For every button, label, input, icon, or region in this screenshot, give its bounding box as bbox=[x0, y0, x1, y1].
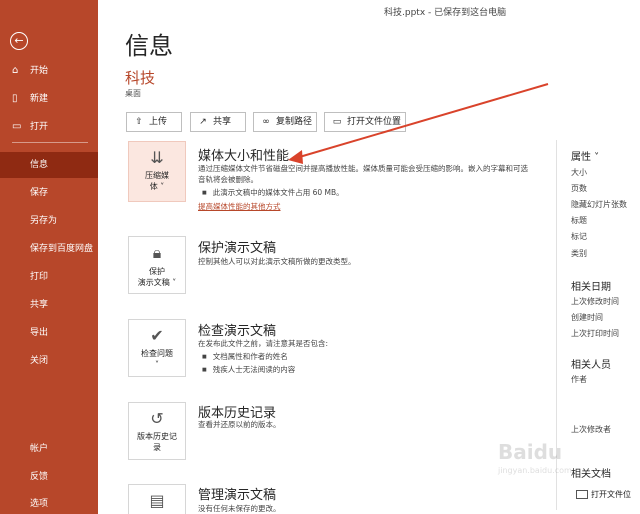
folder-icon: ▭ bbox=[12, 121, 22, 132]
card-label: 录 bbox=[153, 443, 161, 452]
card-label: 压缩媒 bbox=[145, 171, 169, 180]
sidebar-item-label: 打印 bbox=[30, 272, 49, 282]
sidebar-item-label: 帐户 bbox=[30, 444, 49, 454]
sidebar-item-open[interactable]: ▭ 打开 bbox=[0, 114, 98, 140]
compress-media-icon: ⇊ bbox=[150, 148, 164, 167]
lock-icon: 🔒︎ bbox=[152, 243, 162, 262]
inspect-section-title: 检查演示文稿 bbox=[198, 324, 277, 339]
share-label: 共享 bbox=[213, 117, 232, 127]
folder-icon: ▭ bbox=[332, 117, 342, 127]
sidebar-item-label: 关闭 bbox=[30, 356, 49, 366]
window-title: 科技.pptx - 已保存到这台电脑 bbox=[384, 8, 507, 18]
date-last-modified: 上次修改时间 bbox=[571, 297, 619, 306]
watermark-text: Baidu bbox=[498, 440, 563, 464]
author-label: 作者 bbox=[571, 375, 587, 384]
watermark-url: jingyan.baidu.com bbox=[498, 466, 572, 475]
sidebar-item-label: 信息 bbox=[30, 160, 49, 170]
sidebar-item-label: 保存到百度网盘 bbox=[30, 244, 94, 254]
manage-section-title: 管理演示文稿 bbox=[198, 488, 277, 503]
sidebar-item-label: 选项 bbox=[30, 499, 49, 509]
inspect-bullet-accessibility: 残疾人士无法阅读的内容 bbox=[202, 364, 296, 375]
inspect-section-desc: 在发布此文件之前，请注意其是否包含: bbox=[198, 339, 329, 348]
sidebar-item-info[interactable]: 信息 bbox=[0, 152, 98, 178]
sidebar-item-close[interactable]: 关闭 bbox=[0, 348, 98, 374]
date-created: 创建时间 bbox=[571, 313, 603, 322]
link-icon: ∞ bbox=[262, 117, 270, 127]
sidebar-item-export[interactable]: 导出 bbox=[0, 320, 98, 346]
sidebar-item-home[interactable]: ⌂ 开始 bbox=[0, 58, 98, 84]
sidebar-item-options[interactable]: 选项 bbox=[0, 491, 98, 514]
sidebar-item-account[interactable]: 帐户 bbox=[0, 436, 98, 462]
media-size-bullet: 此演示文稿中的媒体文件占用 60 MB。 bbox=[202, 187, 344, 198]
copy-path-button[interactable]: ∞ 复制路径 bbox=[253, 112, 317, 132]
baidu-watermark: Baidu jingyan.baidu.com bbox=[498, 440, 628, 500]
card-label: 演示文稿 ˅ bbox=[137, 278, 177, 287]
upload-button[interactable]: ⇧ 上传 bbox=[126, 112, 182, 132]
sidebar-item-label: 共享 bbox=[30, 300, 49, 310]
card-label: 检查问题 bbox=[141, 349, 173, 358]
check-issues-button[interactable]: ✔ 检查问题 ˅ bbox=[128, 319, 186, 377]
property-tags: 标记 bbox=[571, 232, 587, 241]
history-section-desc: 查看并还原以前的版本。 bbox=[198, 420, 281, 429]
sidebar-item-feedback[interactable]: 反馈 bbox=[0, 464, 98, 490]
open-location-label: 打开文件位置 bbox=[347, 117, 402, 127]
properties-heading[interactable]: 属性 ˅ bbox=[571, 148, 599, 163]
card-label: 版本历史记 bbox=[137, 432, 177, 441]
card-label: 体 ˅ bbox=[149, 182, 165, 191]
card-label: ˅ bbox=[155, 360, 159, 369]
copy-path-label: 复制路径 bbox=[276, 117, 313, 127]
card-label: 保护 bbox=[149, 267, 165, 276]
arrow-head bbox=[288, 150, 303, 164]
page-title: 信息 bbox=[125, 32, 173, 60]
sidebar-item-label: 另存为 bbox=[30, 216, 58, 226]
protect-section-title: 保护演示文稿 bbox=[198, 241, 277, 256]
document-icon: ▤ bbox=[149, 491, 165, 510]
sidebar-item-label: 保存 bbox=[30, 188, 49, 198]
media-section-title: 媒体大小和性能 bbox=[198, 149, 290, 164]
history-icon: ↺ bbox=[150, 409, 164, 428]
sidebar-item-save-as[interactable]: 另存为 bbox=[0, 208, 98, 234]
home-icon: ⌂ bbox=[12, 65, 19, 76]
sidebar-item-print[interactable]: 打印 bbox=[0, 264, 98, 290]
document-location: 桌面 bbox=[125, 89, 141, 98]
sidebar-item-save[interactable]: 保存 bbox=[0, 180, 98, 206]
sidebar-item-new[interactable]: ▯ 新建 bbox=[0, 86, 98, 112]
open-location-button[interactable]: ▭ 打开文件位置 bbox=[324, 112, 406, 132]
sidebar-item-label: 打开 bbox=[30, 122, 49, 132]
inspect-bullet-properties: 文档属性和作者的姓名 bbox=[202, 351, 288, 362]
last-modified-by-label: 上次修改者 bbox=[571, 425, 611, 434]
property-size: 大小 bbox=[571, 168, 587, 177]
upload-icon: ⇧ bbox=[135, 117, 143, 127]
manage-presentation-button[interactable]: ▤ bbox=[128, 484, 186, 514]
sidebar-item-label: 导出 bbox=[30, 328, 49, 338]
sidebar-divider bbox=[12, 142, 88, 143]
version-history-button[interactable]: ↺ 版本历史记 录 bbox=[128, 402, 186, 460]
sidebar-item-share[interactable]: 共享 bbox=[0, 292, 98, 318]
property-category: 类别 bbox=[571, 249, 587, 258]
sidebar-item-label: 开始 bbox=[30, 66, 49, 76]
date-last-printed: 上次打印时间 bbox=[571, 329, 619, 338]
new-file-icon: ▯ bbox=[12, 93, 18, 104]
upload-label: 上传 bbox=[149, 117, 168, 127]
media-section-desc: 通过压缩媒体文件节省磁盘空间并提高播放性能。媒体质量可能会受压缩的影响。嵌入的字… bbox=[198, 164, 528, 184]
inspect-document-icon: ✔ bbox=[150, 326, 164, 345]
protect-presentation-button[interactable]: 🔒︎ 保护 演示文稿 ˅ bbox=[128, 236, 186, 294]
share-icon: ↗ bbox=[199, 117, 207, 127]
back-arrow-icon[interactable]: ← bbox=[10, 32, 28, 50]
sidebar-item-label: 反馈 bbox=[30, 472, 49, 482]
property-hidden-slides: 隐藏幻灯片张数 bbox=[571, 200, 627, 209]
document-name: 科技 bbox=[125, 69, 156, 87]
protect-section-desc: 控制其他人可以对此演示文稿所做的更改类型。 bbox=[198, 257, 356, 266]
property-pages: 页数 bbox=[571, 184, 587, 193]
related-dates-heading: 相关日期 bbox=[571, 282, 611, 293]
related-people-heading: 相关人员 bbox=[571, 360, 611, 371]
sidebar-item-label: 新建 bbox=[30, 94, 49, 104]
backstage-sidebar: ← ⌂ 开始 ▯ 新建 ▭ 打开 信息 保存 另存为 保存到百度网盘 打印 共享… bbox=[0, 0, 98, 514]
sidebar-item-save-to-baidu[interactable]: 保存到百度网盘 bbox=[0, 236, 98, 262]
media-performance-link[interactable]: 提高媒体性能的其他方式 bbox=[198, 201, 281, 212]
share-button[interactable]: ↗ 共享 bbox=[190, 112, 246, 132]
property-title: 标题 bbox=[571, 216, 587, 225]
compress-media-button[interactable]: ⇊ 压缩媒 体 ˅ bbox=[128, 141, 186, 202]
manage-section-desc: 没有任何未保存的更改。 bbox=[198, 504, 281, 513]
